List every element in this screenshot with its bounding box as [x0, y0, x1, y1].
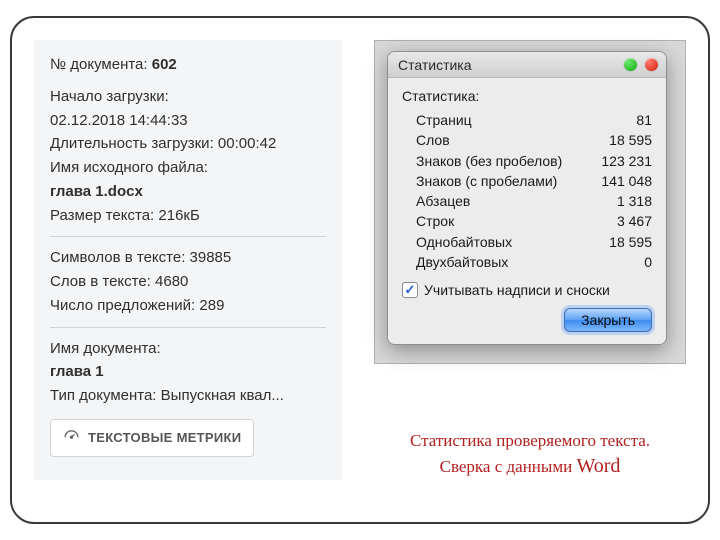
stat-label: Страниц [416, 110, 472, 130]
window-title: Статистика [398, 57, 472, 73]
minimize-button[interactable] [624, 58, 637, 71]
stats-heading: Статистика: [402, 88, 652, 104]
stat-value: 81 [636, 110, 652, 130]
doc-number-label: № документа: [50, 56, 148, 73]
start-label: Начало загрузки: [50, 86, 326, 108]
doctype-label: Тип документа: [50, 387, 156, 404]
text-metrics-button[interactable]: ТЕКСТОВЫЕ МЕТРИКИ [50, 419, 254, 457]
stat-value: 141 048 [601, 171, 652, 191]
sentences-value: 289 [199, 297, 224, 314]
sentences-row: Число предложений: 289 [50, 295, 326, 317]
doctype-row: Тип документа: Выпускная квал... [50, 385, 326, 407]
stat-label: Слов [416, 130, 450, 150]
stat-label: Знаков (без пробелов) [416, 151, 562, 171]
window-titlebar[interactable]: Статистика [388, 52, 666, 78]
include-footnotes-row[interactable]: ✓ Учитывать надписи и сноски [402, 282, 652, 298]
stat-row-double-byte: Двухбайтовых 0 [402, 252, 652, 272]
duration-value: 00:00:42 [218, 135, 276, 152]
words-row: Слов в тексте: 4680 [50, 271, 326, 293]
stat-row-chars-no-spaces: Знаков (без пробелов) 123 231 [402, 151, 652, 171]
stat-value: 18 595 [609, 130, 652, 150]
stat-value: 18 595 [609, 232, 652, 252]
size-label: Размер текста: [50, 207, 154, 224]
stat-row-paragraphs: Абзацев 1 318 [402, 191, 652, 211]
document-info-panel: № документа: 602 Начало загрузки: 02.12.… [34, 40, 342, 480]
doctype-value: Выпускная квал... [161, 387, 284, 404]
stat-row-pages: Страниц 81 [402, 110, 652, 130]
srcname-label: Имя исходного файла: [50, 157, 326, 179]
stat-row-words: Слов 18 595 [402, 130, 652, 150]
doc-number-value: 602 [152, 56, 177, 73]
statistics-window: Статистика Статистика: Страниц 81 Слов 1… [387, 51, 667, 345]
chars-row: Символов в тексте: 39885 [50, 247, 326, 269]
srcname-value: глава 1.docx [50, 181, 326, 203]
stat-row-single-byte: Однобайтовых 18 595 [402, 232, 652, 252]
docname-label: Имя документа: [50, 338, 326, 360]
size-value: 216кБ [158, 207, 199, 224]
duration-label: Длительность загрузки: [50, 135, 214, 152]
divider [50, 327, 326, 328]
size-row: Размер текста: 216кБ [50, 205, 326, 227]
caption-line2: Сверка с данными Word [380, 453, 680, 480]
duration-row: Длительность загрузки: 00:00:42 [50, 133, 326, 155]
stat-value: 123 231 [601, 151, 652, 171]
words-value: 4680 [155, 273, 188, 290]
start-value: 02.12.2018 14:44:33 [50, 110, 326, 132]
stat-label: Строк [416, 211, 454, 231]
caption-line2a: Сверка с данными [440, 457, 577, 476]
check-icon: ✓ [405, 282, 416, 298]
stat-row-lines: Строк 3 467 [402, 211, 652, 231]
chars-value: 39885 [190, 249, 232, 266]
window-body: Статистика: Страниц 81 Слов 18 595 Знако… [388, 78, 666, 344]
stat-value: 3 467 [617, 211, 652, 231]
text-metrics-label: ТЕКСТОВЫЕ МЕТРИКИ [88, 430, 241, 445]
include-footnotes-checkbox[interactable]: ✓ [402, 282, 418, 298]
close-window-button[interactable] [645, 58, 658, 71]
divider [50, 236, 326, 237]
doc-number-row: № документа: 602 [50, 54, 326, 76]
stat-value: 0 [644, 252, 652, 272]
stat-label: Знаков (с пробелами) [416, 171, 557, 191]
caption-line1: Статистика проверяемого текста. [380, 430, 680, 453]
stat-label: Двухбайтовых [416, 252, 508, 272]
docname-value: глава 1 [50, 361, 326, 383]
stat-label: Абзацев [416, 191, 470, 211]
stat-row-chars-with-spaces: Знаков (с пробелами) 141 048 [402, 171, 652, 191]
caption-line2-word: Word [576, 455, 620, 477]
window-controls [624, 58, 658, 71]
stat-value: 1 318 [617, 191, 652, 211]
words-label: Слов в тексте: [50, 273, 151, 290]
stat-label: Однобайтовых [416, 232, 512, 252]
close-button[interactable]: Закрыть [564, 308, 652, 332]
sentences-label: Число предложений: [50, 297, 195, 314]
close-button-label: Закрыть [581, 312, 635, 328]
word-stats-screenshot: Статистика Статистика: Страниц 81 Слов 1… [374, 40, 686, 364]
caption: Статистика проверяемого текста. Сверка с… [380, 430, 680, 480]
gauge-icon [63, 428, 80, 448]
chars-label: Символов в тексте: [50, 249, 185, 266]
include-footnotes-label: Учитывать надписи и сноски [424, 282, 610, 298]
